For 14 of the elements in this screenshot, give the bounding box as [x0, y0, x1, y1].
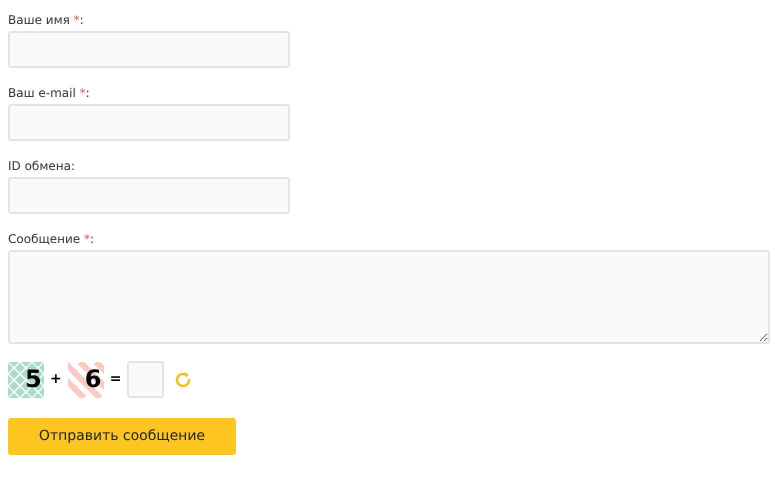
submit-button[interactable]: Отправить сообщение [8, 418, 236, 455]
plus-sign: + [50, 370, 62, 389]
input-field[interactable] [8, 31, 290, 68]
input-field[interactable] [8, 104, 290, 141]
message-field[interactable] [8, 250, 770, 344]
input-field[interactable] [8, 177, 290, 214]
field-label: Ваше имя *: [8, 12, 85, 28]
captcha-answer-field[interactable] [127, 361, 164, 398]
equals-sign: = [110, 370, 122, 389]
field-label: Сообщение *: [8, 231, 96, 247]
field-label: ID обмена: [8, 158, 76, 174]
field-label: Ваш e-mail *: [8, 85, 91, 101]
captcha-digit: 6 [84, 364, 102, 394]
captcha-digit: 5 [25, 364, 42, 394]
